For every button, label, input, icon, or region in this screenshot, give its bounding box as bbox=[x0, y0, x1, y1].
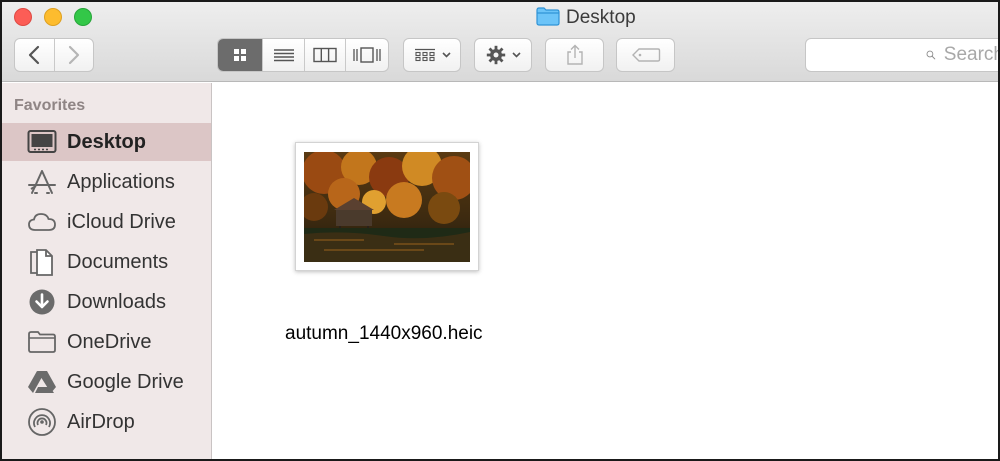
sidebar-heading-favorites: Favorites bbox=[14, 97, 86, 114]
applications-icon bbox=[26, 166, 58, 198]
forward-button[interactable] bbox=[55, 39, 94, 71]
file-name-label[interactable]: autumn_1440x960.heic bbox=[285, 323, 483, 345]
search-field[interactable]: Search bbox=[805, 38, 1000, 72]
sidebar-item-label: Desktop bbox=[67, 130, 146, 153]
back-button[interactable] bbox=[15, 39, 55, 71]
icon-view-icon bbox=[234, 49, 246, 61]
sidebar-item-label: Downloads bbox=[67, 290, 166, 313]
column-view-button[interactable] bbox=[305, 39, 346, 71]
file-thumbnail[interactable] bbox=[295, 142, 479, 271]
navigation-buttons bbox=[14, 38, 94, 72]
share-icon bbox=[566, 44, 583, 65]
sidebar: Favorites Desktop Applications iCloud Dr… bbox=[2, 83, 212, 459]
share-button[interactable] bbox=[545, 38, 604, 72]
toolbar: Desktop Search bbox=[2, 2, 998, 82]
sidebar-item-downloads[interactable]: Downloads bbox=[2, 283, 211, 321]
arrange-button[interactable] bbox=[403, 38, 461, 72]
folder-icon bbox=[26, 326, 58, 358]
column-view-icon bbox=[313, 47, 337, 63]
sidebar-item-label: OneDrive bbox=[67, 330, 152, 353]
finder-window: Desktop Search Favorites Desktop Applica… bbox=[0, 0, 1000, 461]
zoom-window-button[interactable] bbox=[74, 8, 92, 26]
search-placeholder: Search bbox=[943, 44, 1000, 65]
window-title: Desktop bbox=[536, 6, 636, 30]
sidebar-item-applications[interactable]: Applications bbox=[2, 163, 211, 201]
icon-view-button[interactable] bbox=[218, 39, 263, 71]
documents-icon bbox=[26, 246, 58, 278]
chevron-down-icon bbox=[441, 52, 451, 58]
sidebar-item-label: Documents bbox=[67, 250, 169, 273]
action-button[interactable] bbox=[474, 38, 532, 72]
sidebar-item-onedrive[interactable]: OneDrive bbox=[2, 323, 211, 361]
sidebar-item-desktop[interactable]: Desktop bbox=[2, 123, 211, 161]
view-mode-control bbox=[217, 38, 389, 72]
airdrop-icon bbox=[26, 406, 58, 438]
google-drive-icon bbox=[26, 366, 58, 398]
desktop-icon bbox=[26, 126, 58, 158]
list-view-button[interactable] bbox=[263, 39, 305, 71]
sidebar-item-icloud-drive[interactable]: iCloud Drive bbox=[2, 203, 211, 241]
close-window-button[interactable] bbox=[14, 8, 32, 26]
cloud-icon bbox=[26, 206, 58, 238]
list-view-icon bbox=[273, 49, 294, 62]
autumn-photo-thumbnail bbox=[304, 151, 470, 262]
search-icon bbox=[926, 50, 936, 60]
sidebar-item-airdrop[interactable]: AirDrop bbox=[2, 403, 211, 441]
gear-icon bbox=[486, 45, 505, 65]
minimize-window-button[interactable] bbox=[44, 8, 62, 26]
chevron-right-icon bbox=[68, 45, 79, 65]
sidebar-item-label: AirDrop bbox=[67, 410, 135, 433]
tag-icon bbox=[631, 48, 660, 62]
chevron-down-icon bbox=[511, 52, 521, 58]
sidebar-item-label: Applications bbox=[67, 170, 175, 193]
sidebar-item-label: iCloud Drive bbox=[67, 210, 176, 233]
sidebar-item-label: Google Drive bbox=[67, 370, 184, 393]
sidebar-item-google-drive[interactable]: Google Drive bbox=[2, 363, 211, 401]
cover-flow-icon bbox=[353, 47, 381, 63]
downloads-icon bbox=[26, 286, 58, 318]
sidebar-item-documents[interactable]: Documents bbox=[2, 243, 211, 281]
folder-icon bbox=[536, 6, 560, 31]
tags-button[interactable] bbox=[616, 38, 675, 72]
file-browser-content: autumn_1440x960.heic bbox=[213, 83, 998, 459]
cover-flow-view-button[interactable] bbox=[346, 39, 388, 71]
arrange-grid-icon bbox=[414, 48, 435, 62]
chevron-left-icon bbox=[29, 45, 40, 65]
window-title-text: Desktop bbox=[566, 7, 636, 28]
